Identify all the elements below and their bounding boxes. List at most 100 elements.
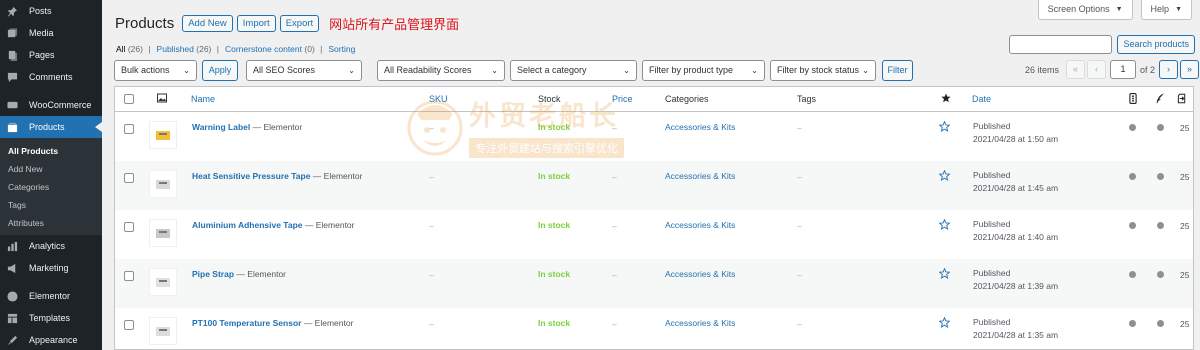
import-button[interactable]: Import: [236, 15, 276, 32]
sidebar-item-products[interactable]: Products: [0, 116, 102, 138]
table-row: Aluminium Adhensive Tape — Elementor – In …: [115, 210, 1193, 259]
comments-icon: [6, 71, 18, 83]
product-name-link[interactable]: Warning Label: [192, 122, 250, 132]
view-label: Cornerstone content: [224, 44, 303, 54]
category-select[interactable]: Select a category ⌄: [510, 60, 637, 81]
category-link[interactable]: Accessories & Kits: [665, 269, 735, 279]
seo-score-dot: [1129, 271, 1136, 278]
help-button[interactable]: Help ▼: [1140, 0, 1192, 20]
sidebar-item-label: Elementor: [29, 291, 71, 301]
total-pages: of 2: [1140, 65, 1156, 75]
sidebar-item-posts[interactable]: Posts: [0, 0, 102, 22]
featured-star-icon[interactable]: [938, 218, 951, 232]
product-name-suffix: — Elementor: [234, 269, 287, 279]
product-type-select[interactable]: Filter by product type ⌄: [642, 60, 765, 81]
product-thumbnail[interactable]: [149, 268, 177, 296]
product-thumbnail[interactable]: [149, 317, 177, 345]
seo-score-select[interactable]: All SEO Scores ⌄: [246, 60, 362, 81]
filter-button[interactable]: Filter: [882, 60, 913, 81]
last-page-button[interactable]: »: [1180, 60, 1199, 79]
column-price[interactable]: Price: [612, 94, 633, 104]
product-name-link[interactable]: PT100 Temperature Sensor: [192, 318, 301, 328]
sidebar-item-elementor[interactable]: Elementor: [0, 285, 102, 307]
sidebar-item-pages[interactable]: Pages: [0, 44, 102, 66]
screen-options-label: Screen Options: [1047, 4, 1110, 14]
category-link[interactable]: Accessories & Kits: [665, 171, 735, 181]
main-content: Screen Options ▼ Help ▼ Products Add New I…: [102, 0, 1200, 350]
category-link[interactable]: Accessories & Kits: [665, 318, 735, 328]
column-name[interactable]: Name: [191, 94, 215, 104]
links-icon: [1177, 93, 1187, 106]
submenu-item-tags[interactable]: Tags: [0, 196, 102, 214]
prev-page-button[interactable]: ‹: [1087, 60, 1106, 79]
submenu-item-add-new[interactable]: Add New: [0, 160, 102, 178]
submenu-item-all-products[interactable]: All Products: [0, 142, 102, 160]
sidebar-item-analytics[interactable]: Analytics: [0, 235, 102, 257]
product-thumbnail[interactable]: [149, 170, 177, 198]
screen-options-button[interactable]: Screen Options ▼: [1037, 0, 1133, 20]
row-checkbox[interactable]: [124, 173, 134, 183]
row-checkbox[interactable]: [124, 222, 134, 232]
submenu-item-attributes[interactable]: Attributes: [0, 214, 102, 232]
column-sku[interactable]: SKU: [429, 94, 448, 104]
tags-value: –: [797, 123, 802, 133]
product-name-link[interactable]: Heat Sensitive Pressure Tape: [192, 171, 310, 181]
featured-star-icon: [941, 93, 951, 105]
stock-status-select[interactable]: Filter by stock status ⌄: [770, 60, 876, 81]
sidebar-item-woocommerce[interactable]: WooCommerce: [0, 94, 102, 116]
apply-button[interactable]: Apply: [202, 60, 238, 81]
submenu-item-categories[interactable]: Categories: [0, 178, 102, 196]
featured-star-icon[interactable]: [938, 120, 951, 134]
add-new-button[interactable]: Add New: [182, 15, 233, 32]
pin-icon: [6, 5, 18, 17]
sidebar-item-appearance[interactable]: Appearance: [0, 329, 102, 350]
product-name-suffix: — Elementor: [301, 318, 354, 328]
view-all[interactable]: All (26) |: [116, 44, 154, 54]
product-name-link[interactable]: Aluminium Adhensive Tape: [192, 220, 303, 230]
export-button[interactable]: Export: [279, 15, 320, 32]
help-label: Help: [1150, 4, 1170, 14]
featured-star-icon[interactable]: [938, 169, 951, 183]
category-link[interactable]: Accessories & Kits: [665, 122, 735, 132]
sku-value: –: [429, 172, 434, 182]
row-checkbox[interactable]: [124, 320, 134, 330]
post-date: 2021/04/28 at 1:35 am: [973, 330, 1059, 340]
first-page-button[interactable]: «: [1066, 60, 1085, 79]
analytics-icon: [6, 240, 18, 252]
sidebar-item-label: Products: [29, 122, 65, 132]
post-status: Published: [973, 121, 1011, 131]
readability-select[interactable]: All Readability Scores ⌄: [377, 60, 505, 81]
view-sorting[interactable]: Sorting: [328, 44, 358, 54]
row-checkbox[interactable]: [124, 271, 134, 281]
product-thumbnail[interactable]: [149, 121, 177, 149]
search-products-button[interactable]: Search products: [1117, 35, 1195, 54]
screen-meta-links: Screen Options ▼ Help ▼: [1037, 0, 1192, 20]
chevron-down-icon: ⌄: [623, 66, 630, 75]
seo-score-dot: [1129, 124, 1136, 131]
bulk-actions-select[interactable]: Bulk actions ⌄: [114, 60, 197, 81]
seo-score-dot: [1129, 173, 1136, 180]
readability-score-dot: [1157, 173, 1164, 180]
stock-status: In stock: [538, 220, 571, 230]
readability-score-dot: [1157, 271, 1164, 278]
sidebar-item-templates[interactable]: Templates: [0, 307, 102, 329]
product-thumbnail[interactable]: [149, 219, 177, 247]
next-page-button[interactable]: ›: [1159, 60, 1178, 79]
chevron-down-icon: ⌄: [751, 66, 758, 75]
seo-score-value: All SEO Scores: [253, 65, 316, 75]
featured-star-icon[interactable]: [938, 316, 951, 330]
current-page-input[interactable]: 1: [1110, 60, 1136, 79]
column-date[interactable]: Date: [972, 94, 991, 104]
sidebar-item-media[interactable]: Media: [0, 22, 102, 44]
sidebar-item-comments[interactable]: Comments: [0, 66, 102, 88]
view-published[interactable]: Published (26) |: [157, 44, 222, 54]
search-input[interactable]: [1009, 35, 1113, 54]
row-checkbox[interactable]: [124, 124, 134, 134]
view-label: Published: [156, 44, 194, 54]
product-name-link[interactable]: Pipe Strap: [192, 269, 234, 279]
featured-star-icon[interactable]: [938, 267, 951, 281]
select-all-checkbox[interactable]: [124, 94, 134, 104]
sidebar-item-marketing[interactable]: Marketing: [0, 257, 102, 279]
view-cornerstone-content[interactable]: Cornerstone content (0) |: [225, 44, 325, 54]
category-link[interactable]: Accessories & Kits: [665, 220, 735, 230]
